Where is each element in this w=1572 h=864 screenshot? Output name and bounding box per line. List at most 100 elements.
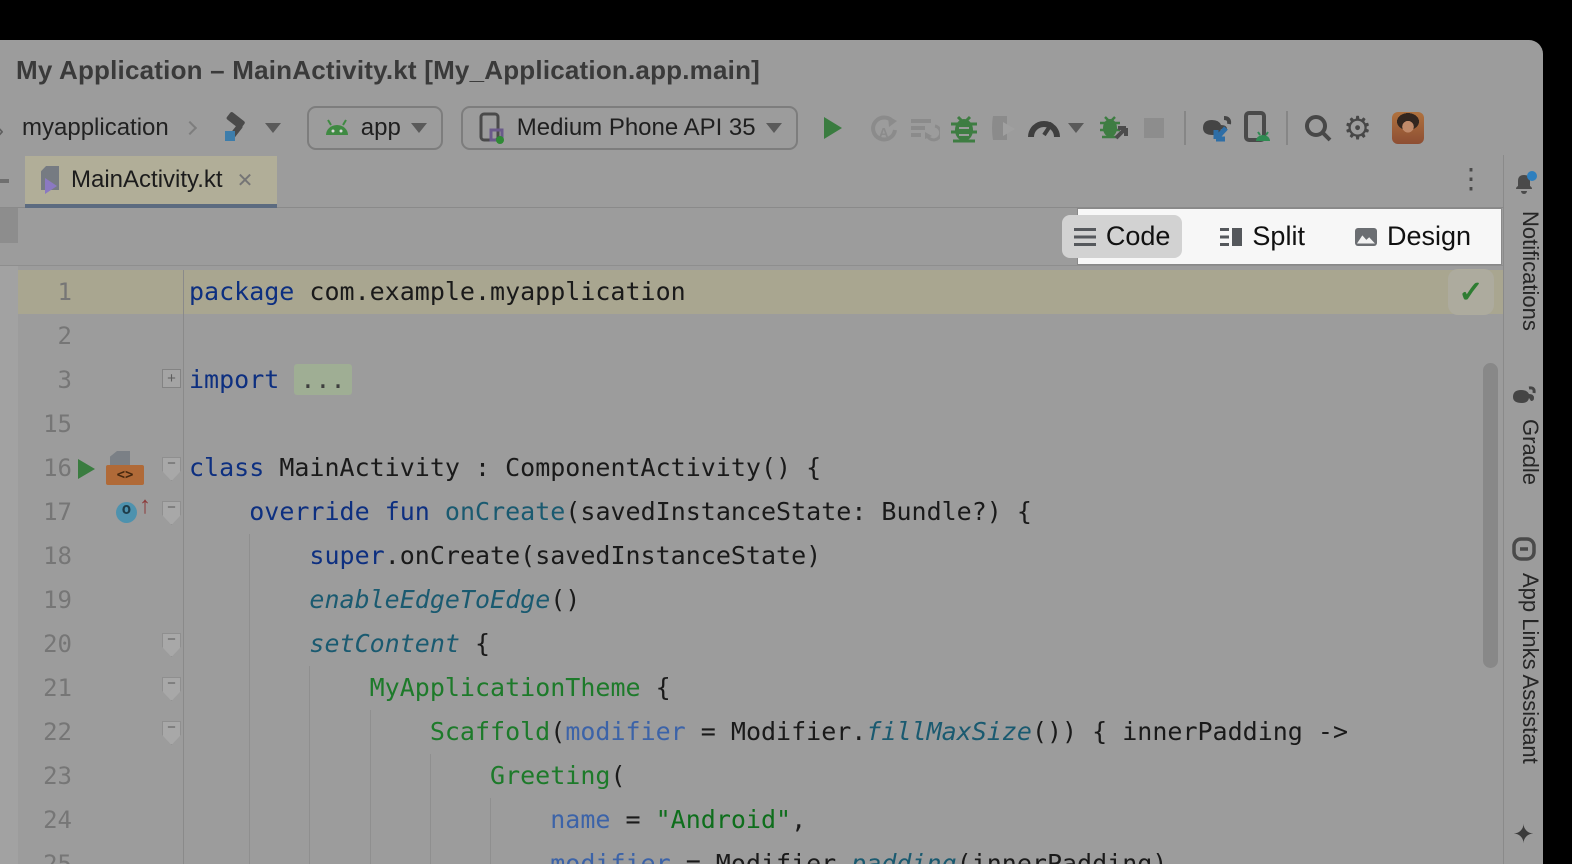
gutter: 21 − — [18, 666, 184, 710]
code-line[interactable]: 23 Greeting( — [18, 754, 1503, 798]
search-everywhere-button[interactable] — [1298, 108, 1338, 148]
line-number: 15 — [28, 402, 72, 446]
code-line[interactable]: 22− Scaffold(modifier = Modifier.fillMax… — [18, 710, 1503, 754]
kotlin-file-icon — [39, 166, 61, 194]
code-line[interactable]: 2 — [18, 314, 1503, 358]
main-toolbar: › myapplication app — [0, 100, 1543, 155]
gradle-icon[interactable] — [1510, 383, 1538, 407]
design-mode-icon — [1355, 228, 1377, 246]
debug-icon — [949, 112, 979, 144]
run-button[interactable] — [812, 108, 852, 148]
editor-area: 1package com.example.myapplication23+imp… — [0, 265, 1543, 864]
left-stripe-dash-icon — [0, 179, 9, 183]
line-number: 21 — [28, 666, 72, 710]
mode-code-label: Code — [1106, 221, 1171, 252]
window-title: My Application – MainActivity.kt [My_App… — [16, 55, 760, 86]
code-line[interactable]: 19 enableEdgeToEdge() — [18, 578, 1503, 622]
compose-gutter-icon — [106, 451, 144, 485]
fold-marker[interactable]: − — [162, 633, 181, 657]
fold-marker[interactable]: − — [162, 501, 181, 525]
code-text: modifier = Modifier.padding(innerPadding… — [184, 842, 1167, 864]
code-line[interactable]: 21 − MyApplicationTheme { — [18, 666, 1503, 710]
build-dropdown-caret[interactable] — [265, 123, 281, 133]
line-number: 16 — [28, 446, 72, 490]
inspections-widget[interactable]: ✓ — [1448, 269, 1494, 315]
line-number: 3 — [28, 358, 72, 402]
mode-split-label: Split — [1252, 221, 1305, 252]
code-line[interactable]: 15 — [18, 402, 1503, 446]
code-text: setContent { — [184, 622, 490, 666]
chevron-right-icon — [183, 120, 197, 134]
settings-button[interactable]: ⚙ — [1338, 108, 1378, 148]
code-text: override fun onCreate(savedInstanceState… — [184, 490, 1032, 534]
tab-options-menu[interactable]: ⋮ — [1457, 165, 1485, 193]
fold-marker[interactable]: + — [162, 369, 181, 388]
app-links-icon[interactable] — [1512, 537, 1536, 561]
code-text: name = "Android", — [184, 798, 806, 842]
code-line[interactable]: 16 −class MainActivity : ComponentActivit… — [18, 446, 1503, 490]
svg-text:A: A — [879, 125, 889, 140]
mode-code-button[interactable]: Code — [1062, 215, 1183, 258]
apply-changes-icon: A — [868, 112, 900, 144]
device-manager-icon — [1240, 111, 1272, 145]
device-selector[interactable]: Medium Phone API 35 — [461, 106, 798, 150]
code-line[interactable]: 25 modifier = Modifier.padding(innerPadd… — [18, 842, 1503, 864]
toolbar-divider — [1286, 111, 1288, 145]
build-hammer-button[interactable] — [215, 108, 255, 148]
line-number: 25 — [28, 842, 72, 864]
inspections-ok-icon: ✓ — [1458, 275, 1483, 310]
debug-button[interactable] — [944, 108, 984, 148]
device-icon — [477, 112, 507, 144]
line-number: 2 — [28, 314, 72, 358]
line-number: 22 — [28, 710, 72, 754]
code-editor[interactable]: 1package com.example.myapplication23+imp… — [18, 266, 1503, 864]
line-number: 19 — [28, 578, 72, 622]
gemini-sparkle-icon[interactable]: ✦ — [1513, 819, 1535, 850]
gutter: 23 — [18, 754, 184, 798]
device-manager-button[interactable] — [1236, 108, 1276, 148]
code-text: MyApplicationTheme { — [184, 666, 671, 710]
code-line[interactable]: 24 name = "Android", — [18, 798, 1503, 842]
breadcrumb[interactable]: myapplication — [22, 114, 169, 142]
gutter: 20− — [18, 622, 184, 666]
gutter: 22 − — [18, 710, 184, 754]
apply-changes-button: A — [864, 108, 904, 148]
line-number: 17 — [28, 490, 72, 534]
editor-scrollbar[interactable] — [1483, 363, 1498, 668]
profiler-dropdown-caret[interactable] — [1068, 123, 1084, 133]
search-icon — [1303, 113, 1333, 143]
stripe-item-gradle[interactable]: Gradle — [1504, 419, 1543, 485]
module-selector[interactable]: app — [307, 106, 443, 150]
notifications-icon[interactable] — [1511, 171, 1537, 197]
stripe-item-app-links[interactable]: App Links Assistant — [1504, 573, 1543, 764]
stripe-item-notifications[interactable]: Notifications — [1504, 211, 1543, 331]
attach-debugger-button[interactable] — [1094, 108, 1134, 148]
mode-design-button[interactable]: Design — [1343, 215, 1483, 258]
code-text: package com.example.myapplication — [184, 270, 686, 314]
fold-marker[interactable]: − — [162, 721, 181, 745]
code-line[interactable]: 20− setContent { — [18, 622, 1503, 666]
mode-split-button[interactable]: Split — [1208, 215, 1317, 258]
code-line[interactable]: 1package com.example.myapplication — [18, 270, 1503, 314]
avatar[interactable] — [1392, 112, 1424, 144]
code-text: class MainActivity : ComponentActivity()… — [184, 446, 821, 490]
code-text: Greeting( — [184, 754, 626, 798]
editor-mode-switcher: Code Split Design — [1078, 209, 1501, 264]
sync-project-button[interactable] — [1196, 108, 1236, 148]
code-line[interactable]: 18 super.onCreate(savedInstanceState) — [18, 534, 1503, 578]
code-mode-icon — [1074, 228, 1096, 246]
code-line[interactable]: 17 − override fun onCreate(savedInstanceS… — [18, 490, 1503, 534]
tab-mainactivity[interactable]: MainActivity.kt ✕ — [25, 156, 277, 208]
attach-debugger-icon — [1098, 112, 1130, 144]
gutter: 2 — [18, 314, 184, 358]
profiler-gauge-icon — [1027, 113, 1061, 143]
fold-marker[interactable]: − — [162, 677, 181, 701]
tab-close-icon[interactable]: ✕ — [237, 168, 254, 193]
fold-marker[interactable]: − — [162, 457, 181, 481]
hammer-icon — [218, 111, 252, 145]
code-line[interactable]: 3 +import ... — [18, 358, 1503, 402]
run-gutter-icon[interactable] — [78, 459, 95, 479]
profiler-button[interactable] — [1024, 108, 1064, 148]
code-text: import ... — [184, 358, 352, 402]
breadcrumb-chevron-icon: › — [0, 117, 6, 139]
